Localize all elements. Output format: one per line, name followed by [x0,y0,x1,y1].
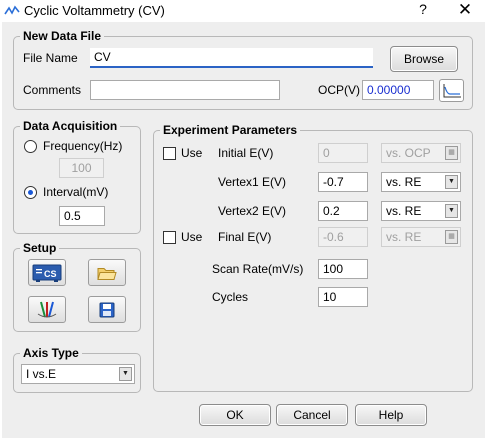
vertex1-e-reference-value: vs. RE [386,175,422,189]
vertex2-e-reference-select[interactable]: vs. RE ▼ [381,201,461,221]
final-e-reference-select[interactable]: vs. RE ▦ [381,227,461,247]
instrument-cs-text: CS [44,269,57,279]
final-e-input[interactable]: -0.6 [318,227,368,247]
new-data-file-group: New Data File File Name CV Browse Commen… [13,29,473,110]
frequency-label: Frequency(Hz) [43,139,123,153]
final-e-label: Final E(V) [218,230,272,244]
frequency-input[interactable]: 100 [59,158,104,178]
setup-group: Setup CS [13,241,141,332]
open-file-button[interactable] [88,259,126,286]
chevron-down-icon: ▼ [119,367,132,381]
save-button[interactable] [88,296,126,323]
title-bar: Cyclic Voltammetry (CV) ? ✕ [0,0,487,22]
new-data-file-title: New Data File [20,29,105,43]
chevron-down-icon: ▦ [445,230,458,244]
data-acquisition-title: Data Acquisition [20,119,121,133]
axis-type-select[interactable]: I vs.E ▼ [21,364,135,384]
folder-open-icon [97,267,117,280]
vertex2-e-input[interactable]: 0.2 [318,201,368,221]
comments-input[interactable] [90,80,280,100]
final-e-reference-value: vs. RE [386,230,422,244]
vertex1-e-label: Vertex1 E(V) [218,175,287,189]
file-name-input[interactable]: CV [90,48,373,68]
cycles-input[interactable]: 10 [318,287,368,307]
final-use-checkbox[interactable] [163,231,176,244]
final-use-label: Use [181,230,203,244]
window-title: Cyclic Voltammetry (CV) [24,3,165,18]
ocp-value-field[interactable]: 0.00000 [362,80,434,100]
electrodes-icon [37,301,57,317]
data-acquisition-group: Data Acquisition Frequency(Hz) 100 Inter… [13,119,141,234]
vertex2-e-reference-value: vs. RE [386,204,422,218]
interval-input[interactable]: 0.5 [59,206,105,226]
dialog-body: New Data File File Name CV Browse Commen… [2,22,485,438]
comments-label: Comments [23,83,82,97]
axis-type-group: Axis Type I vs.E ▼ [13,346,141,393]
save-disk-icon [99,302,115,317]
close-button[interactable]: ✕ [452,0,478,20]
cancel-button[interactable]: Cancel [276,404,348,426]
instrument-button[interactable]: CS [28,259,66,286]
ocp-chart-icon [443,83,461,97]
interval-label: Interval(mV) [43,185,109,199]
axis-type-title: Axis Type [20,346,82,360]
experiment-parameters-title: Experiment Parameters [160,123,301,137]
setup-title: Setup [20,241,60,255]
chevron-down-icon: ▼ [445,175,458,189]
initial-use-label: Use [181,146,203,160]
help-title-button[interactable]: ? [413,1,433,17]
interval-radio[interactable] [24,186,37,199]
initial-e-reference-value: vs. OCP [386,146,431,160]
vertex1-e-reference-select[interactable]: vs. RE ▼ [381,172,461,192]
frequency-radio[interactable] [24,140,37,153]
ocp-measure-button[interactable] [439,79,464,102]
ocp-label: OCP(V) [318,83,360,97]
initial-e-reference-select[interactable]: vs. OCP ▦ [381,143,461,163]
cv-app-icon [4,4,20,21]
electrode-setup-button[interactable] [28,296,66,323]
vertex1-e-input[interactable]: -0.7 [318,172,368,192]
axis-type-value: I vs.E [26,367,57,381]
initial-use-checkbox[interactable] [163,147,176,160]
file-name-label: File Name [23,51,78,65]
initial-e-label: Initial E(V) [218,146,274,160]
scan-rate-input[interactable]: 100 [318,259,368,279]
instrument-icon: CS [32,264,62,282]
chevron-down-icon: ▼ [445,204,458,218]
vertex2-e-label: Vertex2 E(V) [218,204,287,218]
initial-e-input[interactable]: 0 [318,143,368,163]
browse-button[interactable]: Browse [390,46,458,72]
help-button[interactable]: Help [355,404,427,426]
scan-rate-label: Scan Rate(mV/s) [212,262,304,276]
cycles-label: Cycles [212,290,249,304]
ok-button[interactable]: OK [199,404,271,426]
experiment-parameters-group: Experiment Parameters Use Initial E(V) 0… [153,123,473,392]
chevron-down-icon: ▦ [445,146,458,160]
